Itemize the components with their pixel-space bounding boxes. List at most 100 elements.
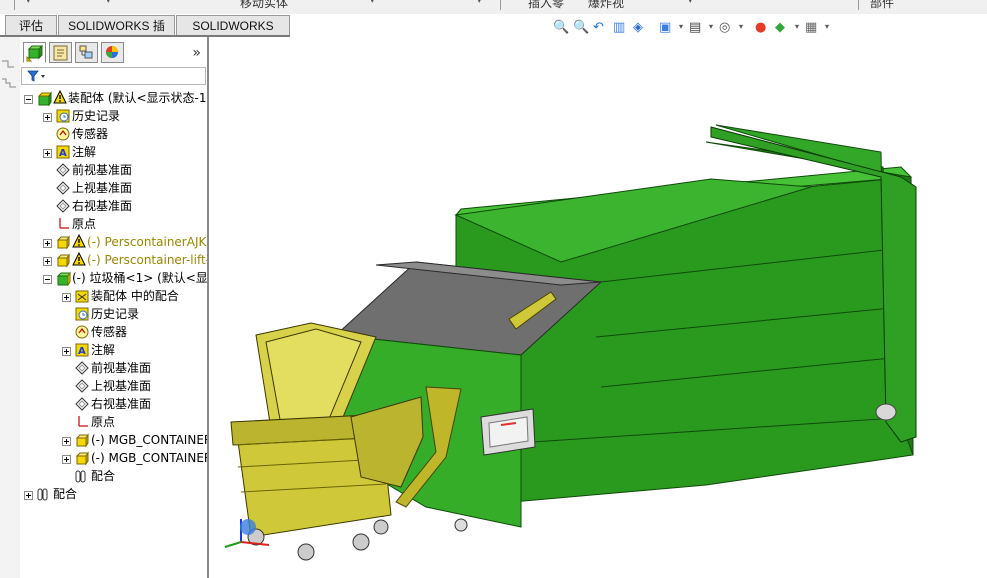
tree-item-label: 传感器 <box>72 127 109 141</box>
zoom-to-fit-icon[interactable]: 🔍 <box>553 20 571 38</box>
expand-icon[interactable] <box>62 435 71 446</box>
apply-scene-icon[interactable]: ◆ <box>775 20 793 38</box>
history-icon <box>74 306 90 322</box>
expand-icon[interactable] <box>43 111 52 122</box>
expand-panel-button[interactable]: » <box>192 45 201 61</box>
configurationmanager-icon <box>79 45 93 59</box>
tree-item[interactable]: (-) 垃圾桶<1> (默认<显示 <box>20 269 207 287</box>
part-icon <box>55 234 71 250</box>
tree-item[interactable]: 前视基准面 <box>20 359 207 377</box>
expand-icon[interactable] <box>62 453 71 464</box>
assembly-icon <box>36 90 52 107</box>
hide-show-items-icon[interactable]: ◎ <box>719 20 737 38</box>
zoom-to-area-icon[interactable]: 🔍 <box>573 20 591 38</box>
tree-item[interactable]: 配合 <box>20 467 207 485</box>
featuremanager-tree-icon <box>26 44 44 62</box>
part-button[interactable]: 部件 <box>870 0 894 11</box>
tree-item[interactable]: 历史记录 <box>20 305 207 323</box>
tab-evaluate[interactable]: 评估 <box>5 15 57 35</box>
expand-icon[interactable] <box>62 345 71 356</box>
chevron-down-icon[interactable]: ▾ <box>679 22 683 31</box>
collapse-icon[interactable] <box>24 93 33 104</box>
display-style-icon[interactable]: ▤ <box>689 20 707 38</box>
chevron-down-icon[interactable]: ▾ <box>739 22 743 31</box>
svg-text:A: A <box>59 148 67 159</box>
chevron-down-icon[interactable]: ▾ <box>106 0 111 6</box>
display-manager-tab[interactable] <box>101 42 124 63</box>
tree-item[interactable]: 装配体 中的配合 <box>20 287 207 305</box>
tree-item-label: (-) Perscontainer-lift-ye <box>87 253 207 267</box>
chevron-down-icon[interactable]: ▾ <box>709 22 713 31</box>
featuremanager-tree-tab[interactable] <box>23 42 46 63</box>
tab-solidworks-mbd[interactable]: SOLIDWORKS MBD <box>176 15 290 53</box>
subassembly-icon <box>55 270 71 287</box>
tree-item[interactable]: A 注解 <box>20 143 207 161</box>
tree-item[interactable]: A 注解 <box>20 341 207 359</box>
collapse-icon[interactable] <box>43 273 52 284</box>
warning-icon <box>72 233 86 248</box>
tree-item-label: 上视基准面 <box>91 379 152 393</box>
tree-item[interactable]: 上视基准面 <box>20 179 207 197</box>
chevron-down-icon[interactable]: ▾ <box>825 22 829 31</box>
tree-item-label: 注解 <box>91 343 116 357</box>
configurationmanager-tab[interactable] <box>75 42 98 63</box>
tree-item-label: 右视基准面 <box>91 397 152 411</box>
tree-item-label: (-) MGB_CONTAINER_ <box>91 433 207 447</box>
tree-item[interactable]: 上视基准面 <box>20 377 207 395</box>
mate-icon <box>36 486 52 502</box>
expand-icon[interactable] <box>24 489 33 500</box>
section-view-icon[interactable]: ▥ <box>613 20 631 38</box>
tab-solidworks-addins[interactable]: SOLIDWORKS 插件 <box>58 15 175 53</box>
warning-icon <box>53 89 67 104</box>
propertymanager-tab[interactable] <box>49 42 72 63</box>
tree-item[interactable]: 右视基准面 <box>20 395 207 413</box>
compactor-model <box>334 124 917 532</box>
chevron-down-icon[interactable]: ▾ <box>795 22 799 31</box>
left-edge-toolbar <box>0 37 20 578</box>
tree-item[interactable]: 传感器 <box>20 125 207 143</box>
tree-item-label: 历史记录 <box>72 109 121 123</box>
tree-item[interactable]: 装配体 (默认<显示状态-1> <box>20 89 207 107</box>
insert-part-button[interactable]: 插入零 <box>528 0 564 11</box>
sensor-icon <box>55 126 71 142</box>
graphics-area[interactable]: 🔍 🔍 ↶ ▥ ◈ ▣ ▾ ▤ ▾ ◎ ▾ ● ◆ ▾ ▦ ▾ <box>211 20 987 578</box>
tree-item[interactable]: 前视基准面 <box>20 161 207 179</box>
exploded-view-button[interactable]: 爆炸视 <box>588 0 624 11</box>
chevron-down-icon[interactable]: ▾ <box>477 0 482 6</box>
previous-view-icon[interactable]: ↶ <box>593 20 611 38</box>
tree-item[interactable]: 右视基准面 <box>20 197 207 215</box>
tree-item[interactable]: 原点 <box>20 413 207 431</box>
chevron-down-icon[interactable]: ▾ <box>688 0 693 6</box>
expand-icon[interactable] <box>43 237 52 248</box>
history-icon <box>55 108 71 124</box>
tree-item-label: 前视基准面 <box>91 361 152 375</box>
sketch-snap-icon[interactable] <box>0 55 20 115</box>
tree-item[interactable]: (-) MGB_CONTAINER_ <box>20 449 207 467</box>
display-manager-icon <box>106 46 118 58</box>
expand-icon[interactable] <box>43 255 52 266</box>
annotation-icon: A <box>74 342 90 358</box>
chevron-down-icon[interactable]: ▾ <box>370 0 375 6</box>
model-viewport[interactable] <box>211 37 987 578</box>
view-settings-icon[interactable]: ▦ <box>805 20 823 38</box>
origin-icon <box>74 414 90 430</box>
plane-icon <box>55 198 71 214</box>
tree-item[interactable]: (-) Perscontainer-lift-ye <box>20 251 207 269</box>
tree-item-label: 原点 <box>91 415 116 429</box>
part-icon <box>74 450 90 466</box>
tree-item[interactable]: 历史记录 <box>20 107 207 125</box>
view-orientation-icon[interactable]: ▣ <box>659 20 677 38</box>
tree-item[interactable]: (-) MGB_CONTAINER_ <box>20 431 207 449</box>
plane-icon <box>74 378 90 394</box>
dynamic-annotation-views-icon[interactable]: ◈ <box>633 20 651 38</box>
featuremanager-filter[interactable] <box>21 67 206 85</box>
tree-item[interactable]: 原点 <box>20 215 207 233</box>
tree-item[interactable]: 传感器 <box>20 323 207 341</box>
expand-icon[interactable] <box>62 291 71 302</box>
edit-appearance-icon[interactable]: ● <box>755 20 773 38</box>
move-body-button[interactable]: 移动实体 <box>240 0 288 11</box>
tree-item[interactable]: (-) PerscontainerAJK20 <box>20 233 207 251</box>
tree-item[interactable]: 配合 <box>20 485 207 503</box>
chevron-down-icon[interactable]: ▾ <box>26 0 31 6</box>
expand-icon[interactable] <box>43 147 52 158</box>
